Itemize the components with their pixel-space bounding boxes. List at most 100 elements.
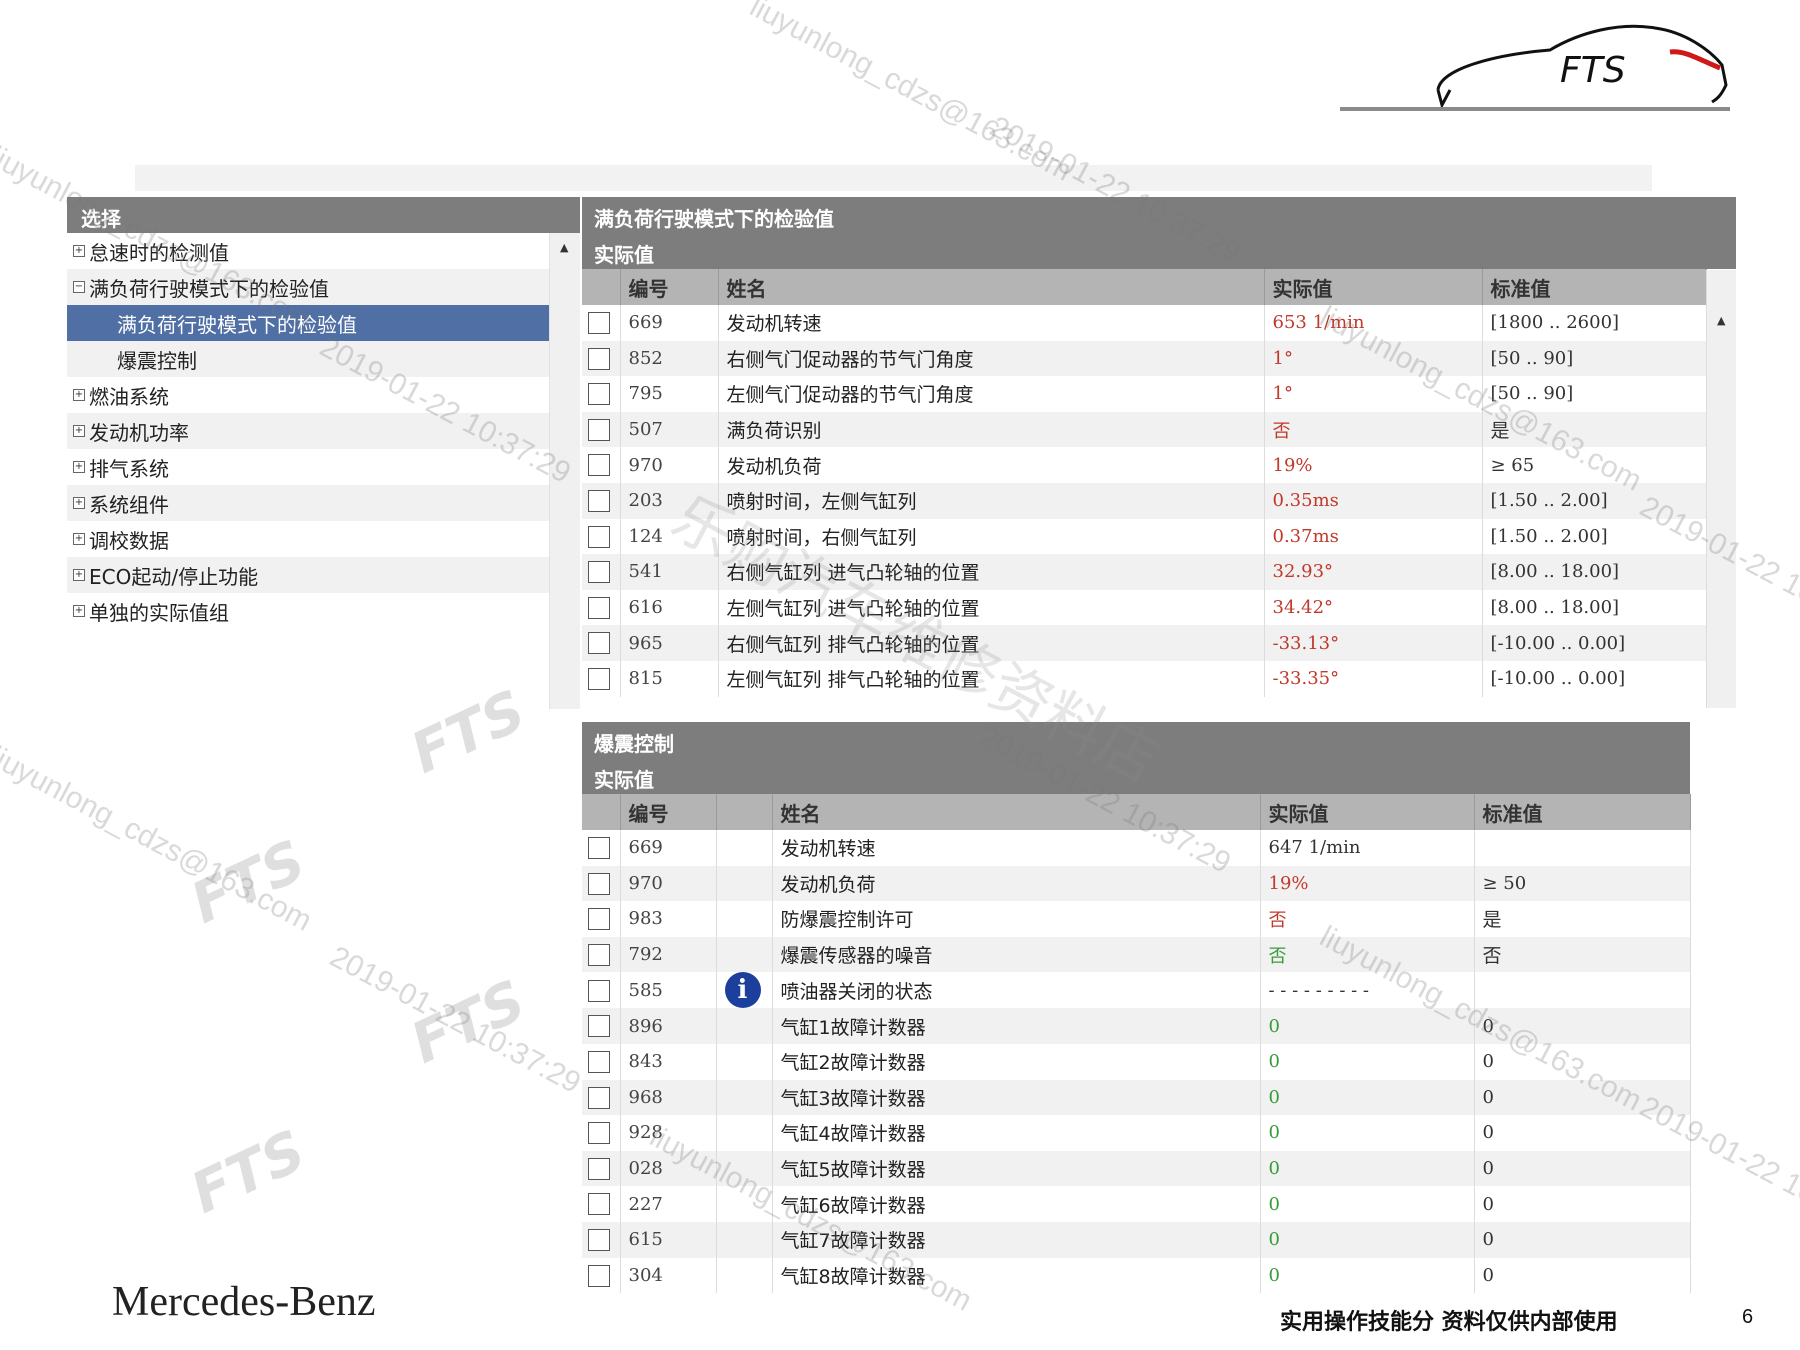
row-checkbox[interactable] [588, 872, 610, 895]
table-row[interactable]: 792 爆震传感器的噪音否否 [582, 936, 1691, 973]
expand-icon[interactable]: + [73, 569, 85, 581]
expand-icon[interactable]: + [73, 533, 85, 545]
tree-item[interactable]: 爆震控制 [67, 341, 549, 377]
row-checkbox[interactable] [588, 1051, 610, 1074]
row-checkbox[interactable] [588, 632, 610, 655]
column-standard-header[interactable]: 标准值 [1474, 794, 1691, 830]
row-checkbox[interactable] [588, 454, 610, 477]
table1-scrollbar[interactable]: ▲ [1706, 270, 1736, 708]
tree-item[interactable]: − 满负荷行驶模式下的检验值 [67, 269, 549, 305]
logo-underline [1340, 107, 1730, 111]
info-icon[interactable]: i [724, 972, 761, 1009]
tree-item[interactable]: + 怠速时的检测值 [67, 233, 549, 269]
row-checkbox[interactable] [588, 1122, 610, 1145]
table-row[interactable]: 507 满负荷识别否是 [582, 411, 1707, 448]
info-cell [716, 865, 773, 902]
column-name-header[interactable]: 姓名 [772, 794, 1261, 830]
column-standard-header[interactable]: 标准值 [1482, 269, 1707, 305]
row-standard-value: 是 [1474, 901, 1691, 937]
table-row[interactable]: 669 发动机转速 653 1/min [1800 .. 2600] [582, 305, 1707, 341]
expand-icon[interactable]: + [73, 245, 85, 257]
row-actual-value: 1° [1264, 340, 1483, 377]
row-checkbox[interactable] [588, 837, 610, 860]
column-number-header[interactable]: 编号 [620, 269, 719, 305]
table-row[interactable]: 968 气缸3故障计数器 0 0 [582, 1079, 1691, 1116]
table-row[interactable]: 541 右侧气缸列 进气凸轮轴的位置 32.93° [8.00 .. 18.00] [582, 554, 1707, 590]
table-row[interactable]: 203 喷射时间，左侧气缸列 0.35ms [1.50 .. 2.00] [582, 482, 1707, 519]
table-row[interactable]: 852 右侧气门促动器的节气门角度 1° [50 .. 90] [582, 340, 1707, 377]
tree-item[interactable]: + 调校数据 [67, 521, 549, 557]
row-checkbox[interactable] [588, 596, 610, 619]
row-standard-value: [8.00 .. 18.00] [1482, 589, 1707, 626]
expand-icon[interactable]: + [73, 389, 85, 401]
column-name-header[interactable]: 姓名 [718, 269, 1265, 305]
row-checkbox[interactable] [588, 1157, 610, 1180]
table-row[interactable]: 669 发动机转速 647 1/min [582, 830, 1691, 866]
scroll-up-icon[interactable]: ▲ [560, 241, 568, 254]
tree-item[interactable]: + 燃油系统 [67, 377, 549, 413]
table-row[interactable]: 795 左侧气门促动器的节气门角度 1° [50 .. 90] [582, 376, 1707, 412]
row-actual-value: 0 [1260, 1115, 1475, 1151]
row-checkbox[interactable] [588, 347, 610, 370]
row-checkbox[interactable] [588, 667, 610, 690]
table-row[interactable]: 928 气缸4故障计数器 0 0 [582, 1115, 1691, 1151]
row-name: 右侧气门促动器的节气门角度 [718, 340, 1265, 377]
table-row[interactable]: 304 气缸8故障计数器 0 0 [582, 1257, 1691, 1294]
tree-item[interactable]: + 单独的实际值组 [67, 593, 549, 629]
row-checkbox[interactable] [588, 943, 610, 966]
expand-icon[interactable]: + [73, 605, 85, 617]
info-cell [716, 1079, 773, 1116]
collapse-icon[interactable]: − [73, 281, 85, 293]
row-name: 气缸1故障计数器 [772, 1008, 1261, 1044]
selection-tree-panel: 选择 + 怠速时的检测值 − 满负荷行驶模式下的检验值 满负荷行驶模式下的检验值 爆震控制… [67, 197, 580, 709]
row-actual-value: 0 [1260, 1008, 1475, 1044]
row-checkbox[interactable] [588, 383, 610, 406]
row-checkbox[interactable] [588, 979, 610, 1002]
table-row[interactable]: 028 气缸5故障计数器 0 0 [582, 1150, 1691, 1187]
scroll-up-icon[interactable]: ▲ [1717, 314, 1725, 327]
table-row[interactable]: 615 气缸7故障计数器 0 0 [582, 1221, 1691, 1258]
row-checkbox[interactable] [588, 1228, 610, 1251]
row-checkbox[interactable] [588, 312, 610, 335]
row-checkbox[interactable] [588, 908, 610, 931]
row-checkbox[interactable] [588, 1264, 610, 1287]
watermark-email: liuyunlong_cdzs@163.com [744, 0, 1077, 188]
row-checkbox[interactable] [588, 525, 610, 548]
row-checkbox[interactable] [588, 1086, 610, 1109]
table-row[interactable]: 843 气缸2故障计数器 0 0 [582, 1043, 1691, 1080]
checkbox-cell [582, 1008, 621, 1044]
table-row[interactable]: 965 右侧气缸列 排气凸轮轴的位置 -33.13° [-10.00 .. 0.00] [582, 625, 1707, 661]
row-checkbox[interactable] [588, 561, 610, 584]
tree-item[interactable]: 满负荷行驶模式下的检验值 [67, 305, 549, 341]
column-number-header[interactable]: 编号 [620, 794, 717, 830]
expand-icon[interactable]: + [73, 497, 85, 509]
row-checkbox[interactable] [588, 490, 610, 513]
table-row[interactable]: 815 左侧气缸列 排气凸轮轴的位置 -33.35° [-10.00 .. 0.00] [582, 660, 1707, 697]
table-row[interactable]: 970 发动机负荷 19% ≥ 65 [582, 447, 1707, 483]
info-cell [716, 1150, 773, 1187]
expand-icon[interactable]: + [73, 461, 85, 473]
watermark-fts-logo: FTS [401, 968, 536, 1077]
table-row[interactable]: 227 气缸6故障计数器 0 0 [582, 1186, 1691, 1222]
tree-item[interactable]: + 发动机功率 [67, 413, 549, 449]
checkbox-column-header [582, 794, 621, 830]
table-row[interactable]: 970 发动机负荷 19% ≥ 50 [582, 865, 1691, 902]
row-checkbox[interactable] [588, 418, 610, 441]
table-row[interactable]: 616 左侧气缸列 进气凸轮轴的位置 34.42° [8.00 .. 18.00] [582, 589, 1707, 626]
info-cell: i [716, 972, 773, 1009]
table-row[interactable]: 124 喷射时间，右侧气缸列 0.37ms [1.50 .. 2.00] [582, 518, 1707, 555]
tree-item[interactable]: + ECO起动/停止功能 [67, 557, 549, 593]
row-actual-value: - - - - - - - - - [1260, 972, 1475, 1009]
table-row[interactable]: 983 防爆震控制许可否是 [582, 901, 1691, 937]
row-checkbox[interactable] [588, 1015, 610, 1038]
tree-item[interactable]: + 系统组件 [67, 485, 549, 521]
column-actual-header[interactable]: 实际值 [1264, 269, 1483, 305]
tree-item[interactable]: + 排气系统 [67, 449, 549, 485]
row-checkbox[interactable] [588, 1193, 610, 1216]
table-row[interactable]: 896 气缸1故障计数器 0 0 [582, 1008, 1691, 1044]
tree-scrollbar[interactable]: ▲ [549, 233, 580, 709]
table-row[interactable]: 585 i 喷油器关闭的状态 - - - - - - - - - [582, 972, 1691, 1009]
column-actual-header[interactable]: 实际值 [1260, 794, 1475, 830]
header-band [135, 165, 1652, 191]
expand-icon[interactable]: + [73, 425, 85, 437]
